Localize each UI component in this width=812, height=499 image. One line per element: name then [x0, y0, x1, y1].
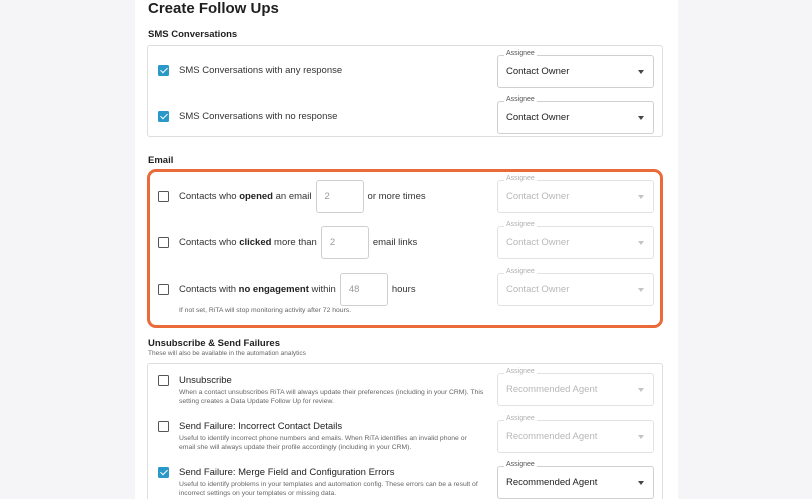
email-clicked-count-input[interactable]: 2: [320, 226, 369, 259]
unsubscribe-label: Unsubscribe: [179, 375, 232, 386]
send-failure-contact-label: Send Failure: Incorrect Contact Details: [179, 421, 343, 432]
assignee-legend: Assignee: [504, 268, 537, 275]
sms-any-response-assignee-select[interactable]: Assignee Contact Owner: [497, 50, 654, 88]
caret-down-icon: [638, 288, 644, 292]
send-failure-merge-description: Useful to identify problems in your temp…: [179, 481, 478, 497]
email-clicked-strong: clicked: [239, 237, 272, 248]
assignee-value: Contact Owner: [506, 237, 570, 248]
email-clicked-row: Contacts who clicked more than 2 email l…: [158, 226, 417, 259]
assignee-value: Recommended Agent: [506, 384, 598, 395]
caret-down-icon: [638, 195, 644, 199]
caret-down-icon: [638, 481, 644, 485]
email-clicked-mid: more than: [271, 237, 317, 248]
sms-no-response-checkbox[interactable]: [158, 111, 169, 122]
assignee-legend: Assignee: [504, 96, 537, 103]
unsubscribe-row: Unsubscribe When a contact unsubscribes …: [158, 375, 484, 406]
email-monitoring-note: If not set, RiTA will stop monitoring ac…: [179, 307, 352, 314]
email-heading: Email: [148, 155, 174, 166]
email-clicked-pre: Contacts who: [179, 237, 240, 248]
email-opened-strong: opened: [239, 191, 273, 202]
assignee-legend: Assignee: [504, 461, 537, 468]
send-failure-merge-checkbox[interactable]: [158, 467, 169, 478]
assignee-value: Recommended Agent: [506, 431, 598, 442]
assignee-legend: Assignee: [504, 50, 537, 57]
assignee-value: Contact Owner: [506, 112, 570, 123]
send-failure-merge-assignee-select[interactable]: Assignee Recommended Agent: [497, 461, 654, 499]
send-failure-contact-checkbox[interactable]: [158, 421, 169, 432]
sms-no-response-label: SMS Conversations with no response: [179, 111, 338, 122]
email-opened-pre: Contacts who: [179, 191, 240, 202]
unsubscribe-description: When a contact unsubscribes RiTA will al…: [179, 389, 484, 405]
email-opened-checkbox[interactable]: [158, 191, 169, 202]
email-no-engagement-hours-input[interactable]: 48: [339, 273, 388, 306]
email-clicked-assignee-select[interactable]: Assignee Contact Owner: [497, 221, 654, 259]
caret-down-icon: [638, 70, 644, 74]
unsubscribe-hint: These will also be available in the auto…: [148, 350, 306, 357]
email-no-engagement-strong: no engagement: [238, 284, 309, 295]
send-failure-contact-row: Send Failure: Incorrect Contact Details …: [158, 421, 484, 452]
assignee-value: Recommended Agent: [506, 477, 598, 488]
email-no-engagement-assignee-select[interactable]: Assignee Contact Owner: [497, 268, 654, 306]
email-no-engagement-post: hours: [391, 284, 416, 295]
assignee-legend: Assignee: [504, 175, 537, 182]
sms-any-response-checkbox[interactable]: [158, 65, 169, 76]
unsubscribe-heading: Unsubscribe & Send Failures: [148, 338, 280, 349]
send-failure-contact-assignee-select[interactable]: Assignee Recommended Agent: [497, 415, 654, 453]
assignee-value: Contact Owner: [506, 191, 570, 202]
email-no-engagement-row: Contacts with no engagement within 48 ho…: [158, 273, 416, 306]
sms-any-response-label: SMS Conversations with any response: [179, 65, 343, 76]
send-failure-merge-label: Send Failure: Merge Field and Configurat…: [179, 467, 395, 478]
email-no-engagement-pre: Contacts with: [179, 284, 239, 295]
caret-down-icon: [638, 241, 644, 245]
assignee-legend: Assignee: [504, 368, 537, 375]
email-opened-post: or more times: [367, 191, 426, 202]
unsubscribe-checkbox[interactable]: [158, 375, 169, 386]
assignee-value: Contact Owner: [506, 284, 570, 295]
assignee-legend: Assignee: [504, 221, 537, 228]
email-clicked-checkbox[interactable]: [158, 237, 169, 248]
email-opened-mid: an email: [272, 191, 312, 202]
caret-down-icon: [638, 435, 644, 439]
page-title: Create Follow Ups: [148, 0, 279, 17]
sms-heading: SMS Conversations: [148, 29, 238, 40]
email-no-engagement-checkbox[interactable]: [158, 284, 169, 295]
email-opened-row: Contacts who opened an email 2 or more t…: [158, 180, 426, 213]
send-failure-merge-row: Send Failure: Merge Field and Configurat…: [158, 467, 484, 498]
caret-down-icon: [638, 116, 644, 120]
sms-no-response-row: SMS Conversations with no response: [158, 111, 337, 122]
assignee-legend: Assignee: [504, 415, 537, 422]
send-failure-contact-description: Useful to identify incorrect phone numbe…: [179, 435, 467, 451]
email-opened-count-input[interactable]: 2: [315, 180, 364, 213]
email-clicked-post: email links: [372, 237, 418, 248]
assignee-value: Contact Owner: [506, 66, 570, 77]
email-no-engagement-mid: within: [308, 284, 336, 295]
unsubscribe-assignee-select[interactable]: Assignee Recommended Agent: [497, 368, 654, 406]
sms-no-response-assignee-select[interactable]: Assignee Contact Owner: [497, 96, 654, 134]
caret-down-icon: [638, 388, 644, 392]
sms-any-response-row: SMS Conversations with any response: [158, 65, 342, 76]
email-opened-assignee-select[interactable]: Assignee Contact Owner: [497, 175, 654, 213]
